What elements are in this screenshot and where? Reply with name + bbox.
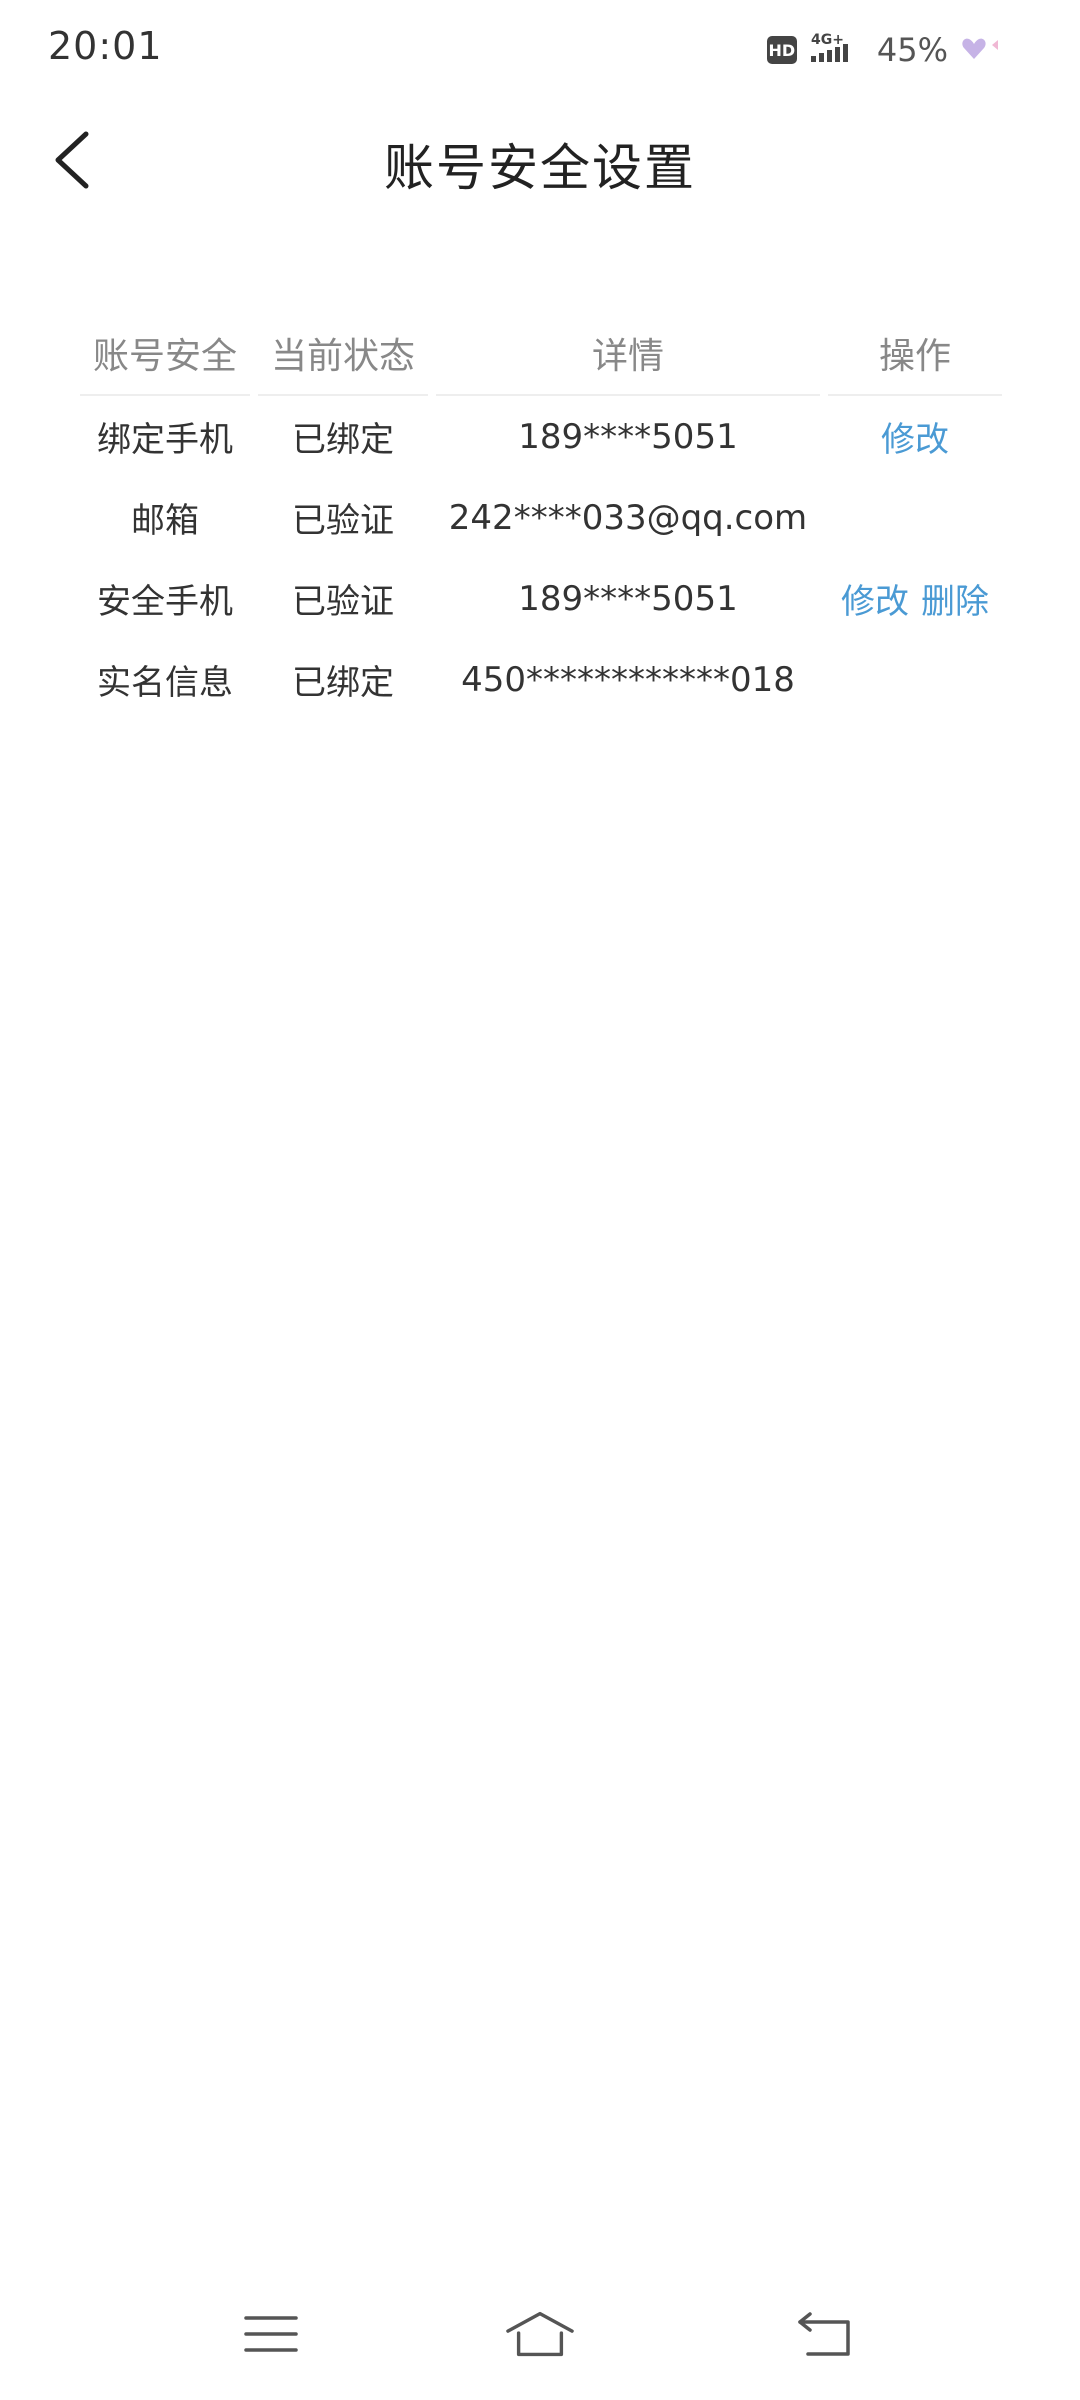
security-table: 账号安全 当前状态 详情 操作 绑定手机 已绑定 189****5051 修改 … (80, 312, 1002, 720)
row-actions: 修改 删除 (828, 574, 1002, 623)
modify-bound-phone-button[interactable]: 修改 (881, 412, 949, 461)
row-detail: 189****5051 (518, 416, 738, 457)
column-header-action: 操作 (828, 312, 1002, 396)
status-icons: HD 4G+ 45% (766, 30, 1000, 70)
heart-icon (960, 33, 1000, 67)
status-bar: 20:01 HD 4G+ 45% (0, 0, 1080, 100)
row-detail: 189****5051 (518, 578, 738, 619)
table-row-email: 邮箱 已验证 242****033@qq.com (80, 477, 1002, 558)
system-nav-bar (0, 2290, 1080, 2380)
battery-level: 45% (876, 31, 948, 69)
back-icon (798, 2312, 850, 2356)
nav-home-button[interactable] (505, 2304, 575, 2364)
row-status: 已验证 (292, 582, 394, 622)
nav-menu-button[interactable] (236, 2304, 306, 2364)
status-time: 20:01 (48, 24, 163, 68)
page-title: 账号安全设置 (384, 139, 696, 197)
row-status: 已绑定 (292, 663, 394, 703)
column-header-detail: 详情 (436, 312, 820, 396)
row-item-label: 实名信息 (97, 663, 233, 703)
row-actions: 修改 (828, 412, 1002, 461)
row-detail: 450************018 (461, 659, 795, 700)
row-detail: 242****033@qq.com (448, 497, 808, 538)
table-row-bound-phone: 绑定手机 已绑定 189****5051 修改 (80, 396, 1002, 477)
menu-icon (244, 2316, 298, 2352)
home-icon (506, 2311, 574, 2357)
table-header: 账号安全 当前状态 详情 操作 (80, 312, 1002, 396)
column-header-status: 当前状态 (258, 312, 428, 396)
row-item-label: 绑定手机 (97, 420, 233, 460)
table-row-realname: 实名信息 已绑定 450************018 (80, 639, 1002, 720)
row-status: 已绑定 (292, 420, 394, 460)
delete-security-phone-button[interactable]: 删除 (921, 574, 989, 623)
network-type-label: 4G+ (811, 32, 844, 48)
table-row-security-phone: 安全手机 已验证 189****5051 修改 删除 (80, 558, 1002, 639)
row-item-label: 安全手机 (97, 582, 233, 622)
account-security-screen: 20:01 HD 4G+ 45% 账号安全设置 账号安全 当前状态 详情 操作 … (0, 0, 1080, 2400)
hd-icon: HD (766, 36, 797, 64)
nav-back-button[interactable] (790, 2304, 860, 2364)
row-status: 已验证 (292, 501, 394, 541)
signal-icon: 4G+ (809, 30, 865, 70)
column-header-account: 账号安全 (80, 312, 250, 396)
header: 账号安全设置 (0, 110, 1080, 210)
row-item-label: 邮箱 (131, 501, 199, 541)
modify-security-phone-button[interactable]: 修改 (841, 574, 909, 623)
